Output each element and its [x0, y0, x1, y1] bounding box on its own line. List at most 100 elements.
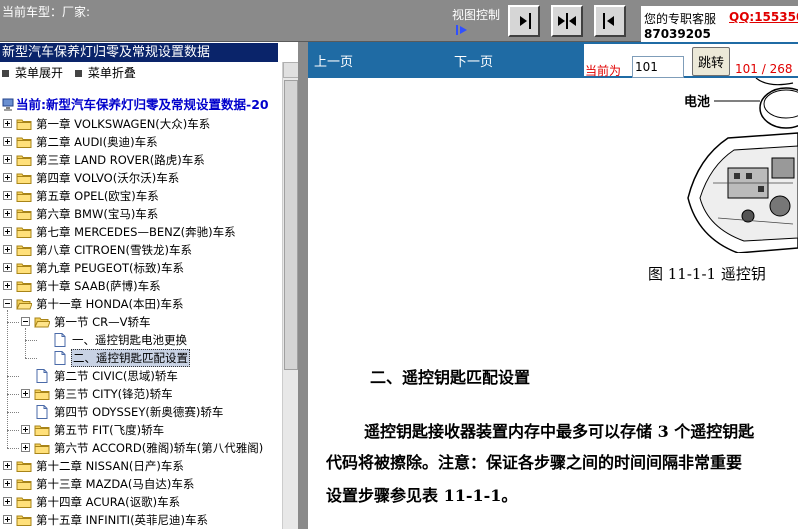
tree-guide-line — [7, 310, 8, 448]
expand-toggle-icon[interactable] — [3, 137, 12, 146]
expand-toggle-icon[interactable] — [3, 227, 12, 236]
tree-node-label: 第三节 CITY(锋范)轿车 — [54, 387, 173, 401]
document-page: 电池 图 11-1-1 遥控钥 二、遥控钥匙匹配设置 遥控钥匙接收器装置内存中最… — [308, 78, 798, 529]
tree-node-label: 第七章 MERCEDES—BENZ(奔驰)车系 — [36, 225, 236, 239]
menu-controls: 菜单展开 菜单折叠 — [0, 64, 142, 82]
scroll-up-button[interactable] — [283, 62, 299, 78]
folder-icon — [16, 191, 32, 202]
tree-node-label: 第十五章 INFINITI(英菲尼迪)车系 — [36, 513, 209, 527]
collapse-toggle-icon[interactable] — [21, 317, 30, 326]
arrow-left-bar-icon — [603, 13, 614, 29]
menu-collapse-button[interactable]: 菜单折叠 — [74, 64, 136, 82]
folder-icon — [16, 173, 32, 184]
remote-key-battery-figure: 电池 — [684, 78, 798, 253]
service-phone: 87039205 — [644, 27, 711, 41]
folder-icon — [16, 479, 32, 490]
square-icon — [74, 70, 82, 77]
expand-toggle-icon[interactable] — [3, 497, 12, 506]
expand-toggle-icon[interactable] — [3, 173, 12, 182]
next-page-link[interactable]: 下一页 — [454, 51, 493, 70]
expand-toggle-icon[interactable] — [3, 245, 12, 254]
tree-scrollbar[interactable] — [282, 62, 299, 529]
prev-page-link[interactable]: 上一页 — [314, 51, 353, 70]
expand-toggle-icon[interactable] — [3, 209, 12, 218]
menu-expand-button[interactable]: 菜单展开 — [2, 64, 63, 82]
document-title-bar: 新型汽车保养灯归零及常规设置数据 — [0, 43, 278, 62]
tree-guide-line — [25, 328, 26, 358]
expand-toggle-icon[interactable] — [3, 191, 12, 200]
figure-label: 电池 — [684, 94, 710, 110]
tree-guide-line — [7, 448, 19, 449]
folder-icon — [34, 425, 50, 436]
folder-icon — [16, 497, 32, 508]
expand-toggle-icon[interactable] — [3, 281, 12, 290]
folder-icon — [16, 137, 32, 148]
tree-node-label: 第十四章 ACURA(讴歌)车系 — [36, 495, 181, 509]
tree-guide-line — [7, 394, 19, 395]
folder-icon — [16, 263, 32, 274]
right-panel: 上一页 下一页 当前为 跳转 101 / 268 电池 图 — [308, 42, 798, 529]
customer-service-box: 您的专职客服 QQ:1553501 87039205 — [641, 6, 798, 42]
tree-guide-line — [25, 358, 37, 359]
expand-toggle-icon[interactable] — [21, 425, 30, 434]
chapter-tree: 当前:新型汽车保养灯归零及常规设置数据-20 第一章 VOLKSWAGEN(大众… — [0, 95, 282, 529]
tree-node-label: 第十二章 NISSAN(日产)车系 — [36, 459, 184, 473]
arrow-right-bar-icon — [520, 13, 531, 29]
paragraph-line: 设置步骤参见表 11-1-1。 — [326, 486, 518, 505]
menu-collapse-label: 菜单折叠 — [87, 66, 136, 80]
tree-node-label: 第四节 ODYSSEY(新奥德赛)轿车 — [54, 405, 224, 419]
tree-node-label: 一、遥控钥匙电池更换 — [72, 333, 187, 347]
folder-icon — [16, 461, 32, 472]
tree-node-label: 第二章 AUDI(奥迪)车系 — [36, 135, 158, 149]
folder-icon — [16, 281, 32, 292]
tree-node-label: 第十三章 MAZDA(马自达)车系 — [36, 477, 195, 491]
folder-open-icon — [16, 299, 32, 310]
tree-guide-line — [25, 340, 37, 341]
folder-icon — [34, 443, 50, 454]
top-bar: 当前车型：厂家: 视图控制 您的专职客服 QQ:1553501 87039205 — [0, 0, 798, 42]
expand-toggle-icon[interactable] — [3, 155, 12, 164]
expand-toggle-icon[interactable] — [3, 515, 12, 524]
square-icon — [2, 70, 9, 77]
expand-toggle-icon[interactable] — [3, 461, 12, 470]
current-title: 新型汽车保养灯归零及常规设置数据-20 — [46, 97, 269, 112]
menu-expand-label: 菜单展开 — [15, 66, 64, 80]
jump-button[interactable]: 跳转 — [692, 47, 730, 76]
page-count: 101 / 268 — [735, 62, 793, 76]
current-document[interactable]: 当前:新型汽车保养灯归零及常规设置数据-20 — [2, 97, 269, 113]
show-both-panels-button[interactable] — [551, 5, 583, 37]
scroll-thumb[interactable] — [284, 80, 298, 370]
page-jump-box: 当前为 跳转 101 / 268 — [584, 44, 798, 78]
current-prefix: 当前: — [16, 97, 46, 112]
page-number-input[interactable] — [632, 56, 684, 78]
tree-node-label: 第一章 VOLKSWAGEN(大众)车系 — [36, 117, 211, 131]
collapse-toggle-icon[interactable] — [3, 299, 12, 308]
expand-toggle-icon[interactable] — [3, 479, 12, 488]
expand-toggle-icon[interactable] — [3, 119, 12, 128]
folder-icon — [16, 245, 32, 256]
tree-node-label: 第九章 PEUGEOT(标致)车系 — [36, 261, 184, 275]
panel-splitter[interactable] — [298, 42, 308, 529]
tree-guide-line — [7, 412, 19, 413]
computer-icon — [2, 98, 14, 111]
tree-node-label: 第五章 OPEL(欧宝)车系 — [36, 189, 159, 203]
paragraph-line: 代码将被擦除。注意：保证各步骤之间的时间间隔非常重要 — [326, 453, 743, 472]
tree-node-label: 第八章 CITROEN(雪铁龙)车系 — [36, 243, 192, 257]
expand-toggle-icon[interactable] — [3, 263, 12, 272]
show-left-panel-button[interactable] — [508, 5, 540, 37]
view-control-label: 视图控制 — [452, 8, 501, 22]
left-panel: 新型汽车保养灯归零及常规设置数据 菜单展开 菜单折叠 当前:新型汽车保养灯归零及… — [0, 42, 299, 529]
expand-toggle-icon[interactable] — [21, 443, 30, 452]
service-label: 您的专职客服 — [644, 12, 717, 26]
current-page-label: 当前为 — [585, 64, 622, 78]
section-heading: 二、遥控钥匙匹配设置 — [370, 368, 531, 387]
qq-link[interactable]: QQ:1553501 — [729, 10, 798, 24]
tree-guide-line — [7, 322, 19, 323]
folder-icon — [16, 515, 32, 526]
tree-node-label: 第六章 BMW(宝马)车系 — [36, 207, 159, 221]
document-icon — [36, 405, 48, 419]
document-icon — [54, 351, 66, 365]
folder-icon — [16, 209, 32, 220]
expand-toggle-icon[interactable] — [21, 389, 30, 398]
show-right-panel-button[interactable] — [594, 5, 626, 37]
